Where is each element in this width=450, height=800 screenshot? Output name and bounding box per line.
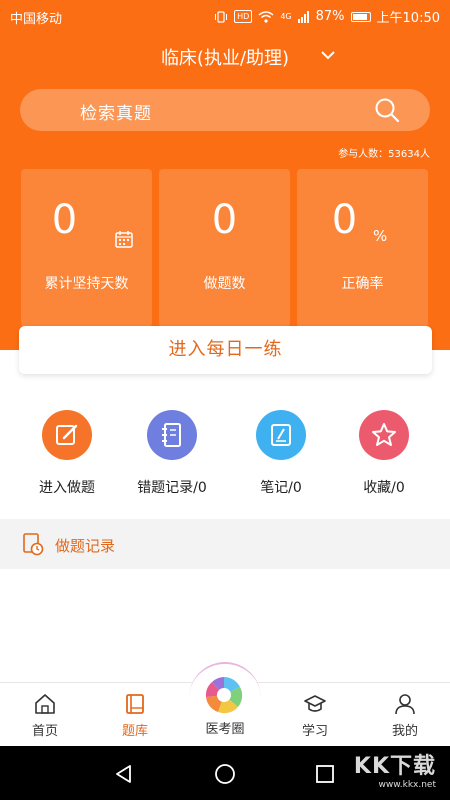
watermark: KK下载 www.kkx.net	[354, 748, 436, 790]
calendar-icon	[115, 231, 133, 248]
watermark-main: KK下载	[353, 754, 436, 779]
search-icon[interactable]	[374, 97, 400, 123]
status-bar: 中国移动 HD 4G 87% 上午10:50	[0, 0, 450, 32]
tab-label: 学习	[301, 724, 328, 739]
stat-value: 0	[51, 197, 78, 243]
daily-practice-button[interactable]: 进入每日一练	[19, 326, 432, 374]
grad-cap-icon	[304, 695, 326, 712]
stat-value: 0	[211, 197, 238, 243]
signal-icon	[297, 10, 309, 23]
clock: 上午10:50	[376, 11, 440, 26]
aperture-icon	[205, 677, 243, 714]
user-icon	[395, 694, 415, 715]
func-notes[interactable]: 笔记/0	[231, 410, 331, 497]
page-title: 临床(执业/助理)	[160, 48, 290, 69]
stat-value: 0	[331, 197, 358, 243]
stat-label: 正确率	[341, 276, 384, 292]
func-start-practice[interactable]: 进入做题	[17, 410, 117, 497]
tab-medical-circle[interactable]: 医考圈	[187, 662, 263, 746]
practice-record-section[interactable]: 做题记录	[0, 519, 450, 569]
func-label: 收藏/0	[363, 480, 405, 496]
tab-mine[interactable]: 我的	[360, 683, 450, 747]
percent-sign: %	[373, 227, 388, 245]
exam-type-selector[interactable]: 临床(执业/助理)	[0, 44, 450, 70]
stat-card-days: 0 累计坚持天数	[21, 169, 152, 327]
status-icons: HD 4G 87% 上午10:50	[214, 7, 440, 26]
edit-icon	[42, 410, 92, 460]
chevron-down-icon	[321, 51, 335, 60]
tab-question-bank[interactable]: 题库	[90, 683, 180, 747]
battery-icon	[350, 11, 371, 22]
tab-label: 题库	[121, 724, 148, 739]
search-placeholder: 检索真题	[80, 104, 152, 124]
home-icon	[35, 694, 55, 714]
notebook-icon	[147, 410, 197, 460]
stat-label: 累计坚持天数	[44, 276, 129, 292]
func-wrong-records[interactable]: 错题记录/0	[122, 410, 222, 497]
hd-badge: HD	[234, 10, 253, 23]
participants-count: 参与人数：53634人	[338, 149, 430, 160]
battery-percent: 87%	[315, 9, 345, 24]
stat-label: 做题数	[203, 276, 246, 292]
search-bar[interactable]: 检索真题	[20, 89, 430, 131]
tab-study[interactable]: 学习	[270, 683, 360, 747]
tab-home[interactable]: 首页	[0, 683, 90, 747]
func-favorites[interactable]: 收藏/0	[334, 410, 434, 497]
wifi-icon	[258, 10, 274, 23]
star-icon	[359, 410, 409, 460]
tab-label: 医考圈	[205, 722, 245, 737]
func-label: 笔记/0	[260, 480, 302, 496]
home-circle-icon[interactable]	[214, 763, 236, 785]
func-label: 进入做题	[39, 480, 95, 496]
stat-card-questions: 0 做题数	[159, 169, 290, 327]
history-icon	[23, 533, 44, 556]
book-icon	[126, 694, 144, 714]
vibrate-icon	[215, 10, 228, 23]
network-label: 4G	[280, 12, 292, 21]
carrier-label: 中国移动	[10, 12, 63, 27]
tab-label: 我的	[391, 724, 418, 739]
recents-icon[interactable]	[314, 763, 336, 785]
func-label: 错题记录/0	[137, 480, 207, 496]
watermark-sub: www.kkx.net	[378, 780, 437, 790]
tab-label: 首页	[31, 724, 58, 739]
record-label: 做题记录	[55, 537, 116, 555]
stat-card-accuracy: 0 % 正确率	[297, 169, 428, 327]
back-icon[interactable]	[113, 763, 135, 785]
note-icon	[256, 410, 306, 460]
